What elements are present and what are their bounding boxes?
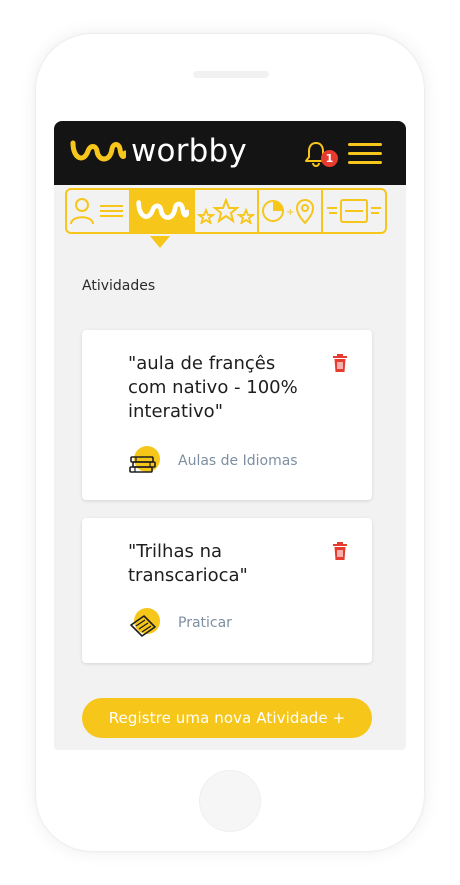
top-bar: worbby 1 (54, 121, 406, 185)
tab-activities[interactable] (131, 190, 195, 232)
activity-title: "aula de françês com nativo - 100% inter… (128, 352, 298, 424)
stars-icon (197, 198, 255, 224)
tab-documents[interactable] (323, 190, 385, 232)
tab-schedule-location[interactable]: + (259, 190, 323, 232)
language-books-icon (129, 446, 160, 473)
tab-ratings[interactable] (195, 190, 259, 232)
activity-title-line: "aula de françês (128, 353, 276, 374)
app-screen: worbby 1 + Atividades "aula de françês c… (54, 121, 406, 750)
svg-text:+: + (286, 207, 294, 218)
register-activity-button[interactable]: Registre uma nova Atividade + (82, 698, 372, 738)
trash-icon[interactable] (332, 542, 348, 560)
activity-title-line: com nativo - 100% (128, 377, 298, 398)
documents-icon (327, 199, 381, 223)
activity-title-line: transcarioca" (128, 565, 248, 586)
brand-name: worbby (131, 133, 247, 169)
activity-card[interactable]: "aula de françês com nativo - 100% inter… (82, 330, 372, 500)
worbby-logo-icon[interactable] (70, 137, 126, 167)
worbby-logo-icon (136, 200, 189, 220)
section-tabs: + (65, 188, 387, 234)
trash-icon[interactable] (332, 354, 348, 372)
section-title: Atividades (82, 278, 156, 294)
notification-badge: 1 (321, 150, 338, 167)
activity-card[interactable]: "Trilhas na transcarioca" Praticar (82, 518, 372, 663)
activity-title-line: interativo" (128, 401, 223, 422)
activity-category: Aulas de Idiomas (178, 453, 298, 469)
active-tab-pointer (150, 236, 170, 248)
activity-title: "Trilhas na transcarioca" (128, 540, 248, 588)
tab-profile[interactable] (67, 190, 131, 232)
phone-speaker (193, 71, 269, 78)
hamburger-menu-icon[interactable] (348, 143, 382, 165)
profile-list-icon (70, 198, 123, 225)
clock-location-icon: + (262, 198, 315, 225)
phone-home-button (199, 770, 261, 832)
activity-category: Praticar (178, 615, 232, 631)
practice-ticket-icon (130, 608, 160, 637)
activity-title-line: "Trilhas na (128, 541, 223, 562)
